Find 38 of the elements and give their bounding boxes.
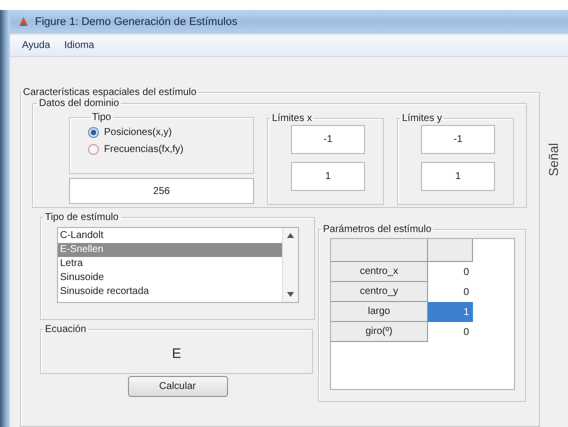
equation-text: E (172, 345, 182, 361)
panel-title: Tipo (91, 112, 112, 123)
header-cell (428, 239, 473, 262)
table-cell[interactable]: 1 (428, 302, 473, 322)
panel-title: Datos del dominio (38, 98, 120, 109)
calculate-button[interactable]: Calcular (128, 376, 228, 397)
radio-option[interactable]: Frecuencias(fx,fy) (88, 144, 253, 155)
radio-option[interactable]: Posiciones(x,y) (88, 127, 253, 138)
panel-title: Límites x (271, 113, 314, 124)
figure-icon (18, 16, 29, 28)
row-header: largo (331, 302, 428, 322)
panel-title: Parámetros del estímulo (322, 224, 432, 235)
list-item[interactable]: Letra (58, 257, 282, 271)
window-title: Figure 1: Demo Generación de Estímulos (35, 16, 238, 28)
radio-icon[interactable] (88, 144, 99, 155)
limit-field[interactable]: 1 (421, 162, 495, 191)
limit-field[interactable]: 1 (291, 162, 365, 191)
panel-title: Ecuación (44, 324, 88, 335)
row-header: centro_x (331, 262, 428, 282)
panel-title: Características espaciales del estímulo (22, 87, 198, 98)
stimulus-list[interactable]: C-Landolt E-Snellen Letra Sinusoide Sinusoide recortada (57, 227, 299, 303)
up-arrow-icon[interactable] (287, 233, 294, 238)
panel-title: Límites y (401, 113, 444, 124)
limit-field[interactable]: -1 (291, 125, 365, 154)
menu-item[interactable]: Idioma (64, 40, 94, 52)
list-item[interactable]: Sinusoide recortada (58, 285, 282, 299)
limit-field[interactable]: -1 (421, 125, 495, 154)
list-item[interactable]: Sinusoide (58, 271, 282, 285)
panel-title: Tipo de estímulo (44, 212, 120, 223)
radio-icon[interactable] (88, 127, 99, 138)
menu-item[interactable]: Ayuda (22, 40, 50, 52)
list-item[interactable]: C-Landolt (58, 229, 282, 243)
down-arrow-icon[interactable] (287, 292, 294, 297)
scrollbar[interactable] (282, 228, 298, 302)
points-field[interactable]: 256 (69, 178, 254, 204)
row-header: giro(º) (331, 322, 428, 342)
row-header: centro_y (331, 282, 428, 302)
side-tab[interactable]: Señal (546, 143, 561, 176)
